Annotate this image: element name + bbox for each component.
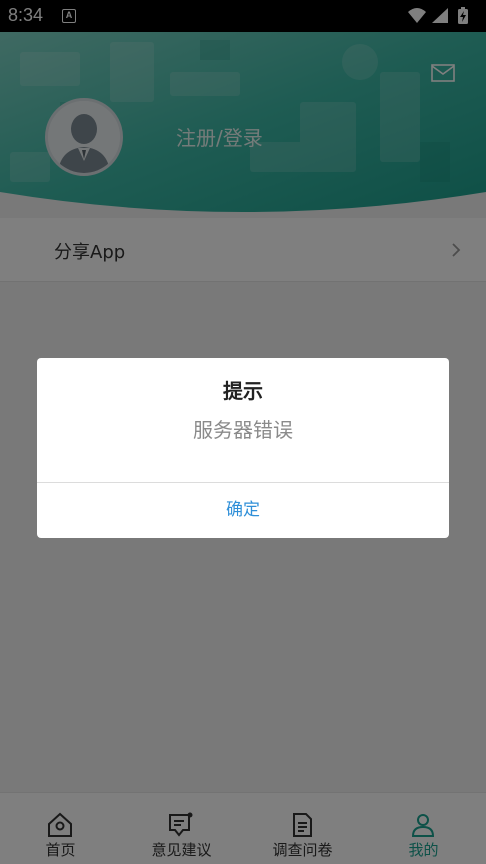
confirm-button[interactable]: 确定: [37, 483, 449, 538]
alert-dialog: 提示 服务器错误 确定: [37, 358, 449, 538]
dialog-message: 服务器错误: [193, 418, 293, 442]
dialog-title: 提示: [223, 379, 263, 403]
